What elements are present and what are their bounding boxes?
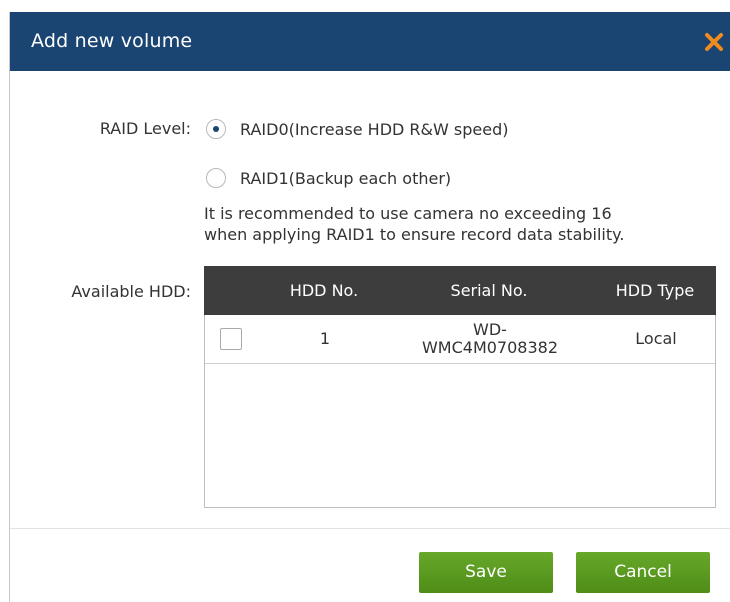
header-hdd-no: HDD No. bbox=[289, 281, 359, 300]
cell-serial-no: WD- WMC4M0708382 bbox=[400, 315, 580, 363]
dialog-title-bar: Add new volume bbox=[10, 12, 730, 71]
radio-raid0-indicator[interactable] bbox=[206, 119, 226, 139]
radio-raid0[interactable]: RAID0(Increase HDD R&W speed) bbox=[206, 116, 509, 142]
cell-hdd-no: 1 bbox=[319, 329, 331, 348]
header-select bbox=[204, 266, 246, 315]
available-hdd-label: Available HDD: bbox=[71, 282, 191, 301]
save-button[interactable]: Save bbox=[419, 552, 553, 593]
table-row: 1 WD- WMC4M0708382 Local bbox=[205, 315, 715, 364]
row-checkbox[interactable] bbox=[220, 328, 242, 350]
add-volume-dialog: Add new volume RAID Level: RAID0(Increas… bbox=[9, 12, 730, 602]
cell-hdd-type: Local bbox=[635, 329, 677, 348]
serial-line-2: WMC4M0708382 bbox=[421, 338, 559, 357]
cancel-button[interactable]: Cancel bbox=[576, 552, 710, 593]
header-hdd-type: HDD Type bbox=[615, 281, 695, 300]
serial-line-1: WD- bbox=[473, 320, 507, 339]
radio-raid1-indicator[interactable] bbox=[206, 168, 226, 188]
hdd-table-header: HDD No. Serial No. HDD Type bbox=[204, 266, 716, 315]
hdd-table: HDD No. Serial No. HDD Type 1 WD- WMC4M0… bbox=[204, 266, 716, 508]
note-line-1: It is recommended to use camera no excee… bbox=[204, 204, 612, 223]
note-line-2: when applying RAID1 to ensure record dat… bbox=[204, 225, 625, 244]
dialog-title: Add new volume bbox=[31, 30, 193, 52]
header-serial-no: Serial No. bbox=[450, 281, 528, 300]
radio-raid1[interactable]: RAID1(Backup each other) bbox=[206, 165, 451, 191]
radio-raid1-label: RAID1(Backup each other) bbox=[240, 168, 452, 188]
raid-level-label: RAID Level: bbox=[99, 119, 191, 138]
close-icon[interactable] bbox=[701, 29, 727, 55]
raid-recommendation-note: It is recommended to use camera no excee… bbox=[204, 203, 724, 245]
radio-raid0-label: RAID0(Increase HDD R&W speed) bbox=[240, 119, 509, 139]
footer-divider bbox=[10, 528, 730, 529]
